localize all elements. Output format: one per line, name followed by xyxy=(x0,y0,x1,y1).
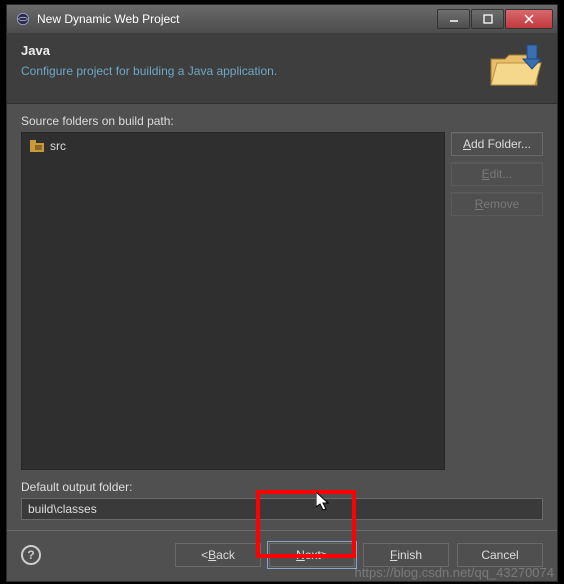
btn-text: Cancel xyxy=(481,548,518,562)
btn-text: emove xyxy=(483,197,519,211)
dialog-window: New Dynamic Web Project Java Configure p… xyxy=(6,4,558,582)
wizard-header-text: Java Configure project for building a Ja… xyxy=(21,43,479,78)
maximize-button[interactable] xyxy=(471,9,504,29)
btn-text: inish xyxy=(397,548,422,562)
package-folder-icon xyxy=(30,140,44,152)
default-output-label: Default output folder: xyxy=(21,480,543,494)
next-button[interactable]: Next > xyxy=(269,543,355,567)
eclipse-icon xyxy=(15,11,31,27)
window-controls xyxy=(437,9,553,29)
btn-text: dit... xyxy=(490,167,513,181)
source-folder-actions: Add Folder... Edit... Remove xyxy=(451,132,543,470)
folder-wizard-icon xyxy=(487,43,543,89)
minimize-button[interactable] xyxy=(437,9,470,29)
window-title: New Dynamic Web Project xyxy=(37,12,437,26)
wizard-footer: ? < Back Next > Finish Cancel xyxy=(7,530,557,581)
remove-button: Remove xyxy=(451,192,543,216)
back-button[interactable]: < Back xyxy=(175,543,261,567)
btn-text: dd Folder... xyxy=(471,137,531,151)
default-output-input[interactable] xyxy=(21,498,543,520)
wizard-body: Source folders on build path: src Add Fo… xyxy=(7,104,557,530)
finish-button[interactable]: Finish xyxy=(363,543,449,567)
tree-item-label: src xyxy=(50,139,66,153)
source-folders-label: Source folders on build path: xyxy=(21,114,543,128)
btn-text: ack xyxy=(216,548,235,562)
page-title: Java xyxy=(21,43,479,58)
help-button[interactable]: ? xyxy=(21,545,41,565)
add-folder-button[interactable]: Add Folder... xyxy=(451,132,543,156)
edit-button: Edit... xyxy=(451,162,543,186)
tree-item-src[interactable]: src xyxy=(26,137,440,155)
page-subtitle: Configure project for building a Java ap… xyxy=(21,64,479,78)
source-folders-tree[interactable]: src xyxy=(21,132,445,470)
close-button[interactable] xyxy=(505,9,553,29)
btn-text: ext xyxy=(305,548,321,562)
cancel-button[interactable]: Cancel xyxy=(457,543,543,567)
wizard-header: Java Configure project for building a Ja… xyxy=(7,33,557,104)
titlebar[interactable]: New Dynamic Web Project xyxy=(7,5,557,33)
